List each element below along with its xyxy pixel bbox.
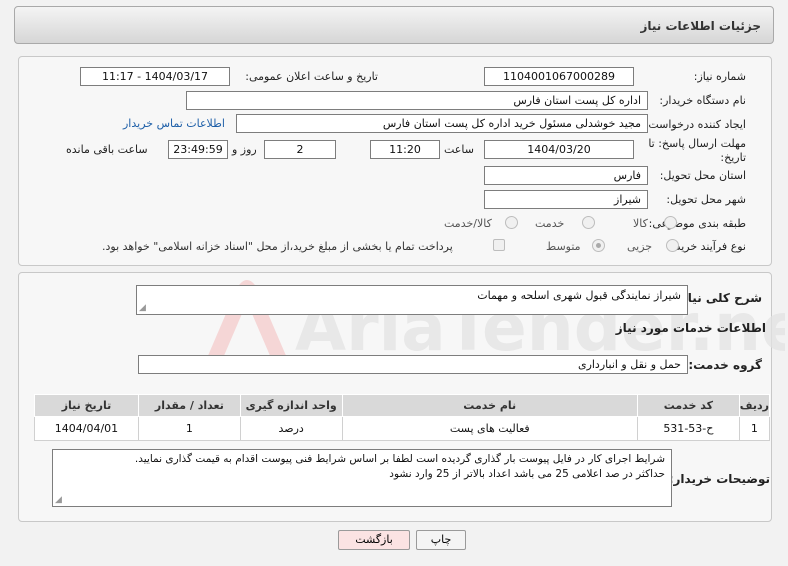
print-button[interactable]: چاپ — [416, 530, 466, 550]
days-field: 2 — [264, 140, 336, 159]
buyer-org-field: اداره کل پست استان فارس — [186, 91, 648, 110]
process-type-label: نوع فرآیند خرید : — [668, 240, 746, 253]
deadline-date-field: 1404/03/20 — [484, 140, 634, 159]
buyer-contact-link[interactable]: اطلاعات تماس خریدار — [123, 117, 225, 130]
category-service-label: خدمت — [535, 217, 565, 230]
buyer-notes-line-1: شرایط اجرای کار در فایل پیوست بار گذاری … — [134, 453, 665, 465]
category-goods-service-label: کالا/خدمت — [444, 217, 492, 230]
services-section-title: اطلاعات خدمات مورد نیاز — [615, 321, 766, 335]
page-header: جزئیات اطلاعات نیاز — [14, 6, 774, 44]
deadline-time-field: 11:20 — [370, 140, 440, 159]
buyer-notes-field: شرایط اجرای کار در فایل پیوست بار گذاری … — [52, 449, 672, 507]
treasury-payment-checkbox[interactable] — [493, 239, 505, 251]
announce-datetime-field: 1404/03/17 - 11:17 — [80, 67, 230, 86]
cell-service-name: فعالیت های پست — [341, 416, 638, 441]
category-goods-service-radio[interactable] — [505, 216, 518, 229]
need-info-panel — [18, 56, 772, 266]
category-goods-label: کالا — [633, 217, 648, 230]
buyer-notes-label: توضیحات خریدار: — [668, 472, 770, 486]
province-field: فارس — [484, 166, 648, 185]
service-group-field: حمل و نقل و انبارداری — [138, 355, 688, 374]
col-unit-header: واحد اندازه گیری — [239, 394, 343, 417]
process-minor-label: جزیی — [627, 240, 653, 253]
requester-label: ایجاد کننده درخواست: — [644, 118, 746, 131]
requester-field: مجید خوشدلی مسئول خرید اداره کل پست استا… — [236, 114, 648, 133]
col-row-header: ردیف — [738, 394, 771, 417]
need-number-label: شماره نیاز: — [693, 70, 746, 83]
service-group-label: گروه خدمت: — [688, 358, 762, 372]
city-field: شیراز — [484, 190, 648, 209]
process-medium-radio[interactable] — [592, 239, 605, 252]
category-goods-radio[interactable] — [664, 216, 677, 229]
treasury-payment-note: پرداخت تمام یا بخشی از مبلغ خرید،از محل … — [102, 240, 453, 253]
col-service-code-header: کد خدمت — [636, 394, 740, 417]
process-medium-label: متوسط — [546, 240, 581, 253]
need-number-field: 1104001067000289 — [484, 67, 634, 86]
cell-unit: درصد — [239, 416, 343, 441]
cell-row-number: 1 — [738, 416, 771, 441]
remaining-time-field: 23:49:59 — [168, 140, 228, 159]
cell-quantity: 1 — [137, 416, 241, 441]
back-button[interactable]: بازگشت — [338, 530, 410, 550]
deadline-time-label: ساعت — [444, 143, 474, 156]
province-label: استان محل تحویل: — [659, 169, 746, 182]
buyer-org-label: نام دستگاه خریدار: — [659, 94, 746, 107]
col-service-name-header: نام خدمت — [341, 394, 638, 417]
category-service-radio[interactable] — [582, 216, 595, 229]
col-quantity-header: تعداد / مقدار — [137, 394, 241, 417]
days-label: روز و — [232, 143, 257, 156]
buyer-notes-line-2: حداکثر در صد اعلامی 25 می باشد اعداد بال… — [389, 468, 665, 480]
resize-grip-icon[interactable]: ◢ — [139, 304, 146, 313]
summary-field: شیراز نمایندگی قبول شهری اسلحه و مهمات ◢ — [136, 285, 688, 315]
summary-label: شرح کلی نیاز: — [676, 291, 762, 305]
table-row: 1 ح-53-531 فعالیت های پست درصد 1 1404/04… — [34, 416, 771, 441]
process-minor-radio[interactable] — [666, 239, 679, 252]
cell-service-code: ح-53-531 — [636, 416, 740, 441]
deadline-label: مهلت ارسال پاسخ: تا — [648, 137, 746, 150]
announce-datetime-label: تاریخ و ساعت اعلان عمومی: — [245, 70, 378, 83]
col-need-date-header: تاریخ نیاز — [34, 394, 139, 417]
remaining-time-label: ساعت باقی مانده — [66, 143, 148, 156]
city-label: شهر محل تحویل: — [666, 193, 746, 206]
services-table: ردیف کد خدمت نام خدمت واحد اندازه گیری ت… — [34, 394, 771, 441]
table-header-row: ردیف کد خدمت نام خدمت واحد اندازه گیری ت… — [34, 394, 771, 417]
cell-need-date: 1404/04/01 — [34, 416, 139, 441]
summary-text: شیراز نمایندگی قبول شهری اسلحه و مهمات — [477, 289, 681, 302]
deadline-label-date: تاریخ: — [720, 151, 746, 164]
page-title: جزئیات اطلاعات نیاز — [640, 19, 761, 33]
resize-grip-icon[interactable]: ◢ — [55, 496, 62, 505]
